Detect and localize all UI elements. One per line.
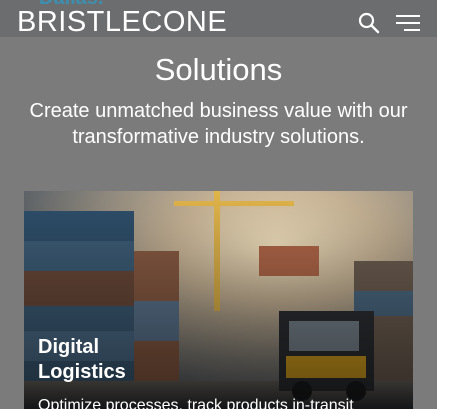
page-overlay: Dallas. BRISTLECONE Solutions Create unm… [0, 0, 437, 409]
section-title: Solutions [154, 52, 283, 87]
card-description: Optimize processes, track products in-tr… [38, 397, 354, 409]
bristlecone-logo[interactable]: BRISTLECONE [17, 7, 227, 37]
hamburger-menu-icon [396, 15, 420, 31]
section-subtitle: Create unmatched business value with our… [29, 100, 408, 148]
card-title-line1: Digital [38, 336, 100, 358]
page-gutter [437, 0, 454, 409]
card-title-line2: Logistics [38, 361, 126, 383]
search-button[interactable] [358, 12, 380, 34]
menu-button[interactable] [396, 14, 420, 32]
card-title: Digital Logistics [38, 335, 238, 385]
solution-card-digital-logistics[interactable]: Digital Logistics Optimize processes, tr… [24, 191, 413, 409]
top-navbar: Dallas. BRISTLECONE [0, 0, 437, 37]
search-icon [358, 12, 380, 34]
